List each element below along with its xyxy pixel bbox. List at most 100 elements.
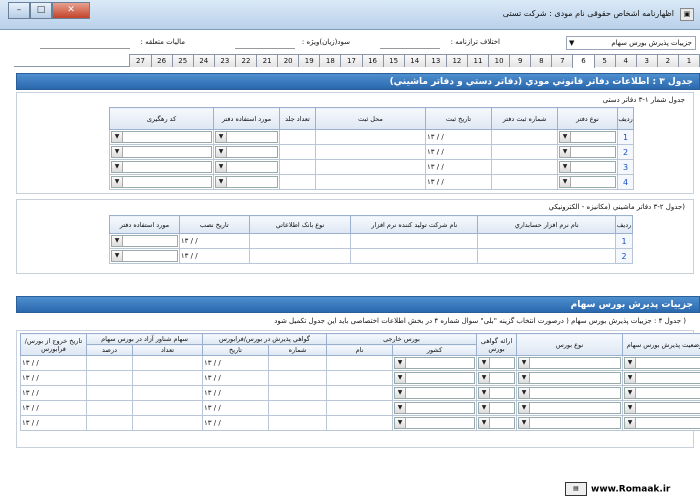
computer-books-title: (جدول ۲-۳ دفاتر ماشيني (مکانيزه - الکترو… (548, 203, 686, 211)
tab-19[interactable]: 19 (298, 54, 321, 67)
chevron-down-icon: ▼ (112, 147, 123, 157)
tab-24[interactable]: 24 (192, 54, 215, 67)
tab-26[interactable]: 26 (150, 54, 173, 67)
manual-col-header: مورد استفاده دفتر (213, 107, 280, 130)
manual-col-header: محل ثبت (315, 107, 426, 130)
window-titlebar: – □ ✕ اظهارنامه اشخاص حقوقی نام مودی : ش… (0, 0, 700, 30)
country-combo[interactable]: ▼ (394, 357, 476, 369)
status-combo[interactable]: ▼ (624, 387, 700, 399)
section-header-books: جدول ۳ : اطلاعات دفاتر قانوني مودي (دفات… (16, 73, 700, 90)
exchange-type-combo[interactable]: ▼ (518, 417, 622, 429)
usage-combo[interactable]: ▼ (111, 250, 178, 262)
usage-combo[interactable]: ▼ (215, 131, 278, 143)
tab-7[interactable]: 7 (551, 54, 574, 67)
cert-provide-combo[interactable]: ▼ (478, 387, 516, 399)
cert-provide-combo[interactable]: ▼ (478, 357, 516, 369)
tab-25[interactable]: 25 (171, 54, 194, 67)
book-type-combo[interactable]: ▼ (559, 131, 616, 143)
install-date-field[interactable]: ۱۳ / / (178, 233, 250, 249)
cert-date-field[interactable]: ۱۳ / / (202, 400, 269, 416)
country-combo[interactable]: ▼ (394, 402, 476, 414)
tab-17[interactable]: 17 (340, 54, 363, 67)
status-combo[interactable]: ▼ (624, 402, 700, 414)
register-date-field[interactable]: ۱۳ / / (425, 144, 492, 160)
tab-6[interactable]: 6 (572, 54, 595, 68)
status-combo[interactable]: ▼ (624, 372, 700, 384)
cert-date-field[interactable]: ۱۳ / / (202, 415, 269, 431)
tab-20[interactable]: 20 (277, 54, 300, 67)
net-profit-field[interactable] (235, 36, 295, 49)
exchange-type-combo[interactable]: ▼ (518, 372, 622, 384)
tab-2[interactable]: 2 (656, 54, 679, 67)
tab-21[interactable]: 21 (256, 54, 279, 67)
exit-date-field[interactable]: ۱۳ / / (20, 355, 87, 371)
exit-date-field[interactable]: ۱۳ / / (20, 400, 87, 416)
chevron-down-icon: ▼ (560, 147, 571, 157)
tab-10[interactable]: 10 (488, 54, 511, 67)
country-combo[interactable]: ▼ (394, 417, 476, 429)
app-icon: ▣ (680, 8, 694, 21)
tab-3[interactable]: 3 (635, 54, 658, 67)
tab-5[interactable]: 5 (593, 54, 616, 67)
book-type-combo[interactable]: ▼ (559, 176, 616, 188)
balance-diff-field[interactable] (380, 36, 440, 49)
tracking-code-combo[interactable]: ▼ (111, 146, 212, 158)
tab-23[interactable]: 23 (213, 54, 236, 67)
country-combo[interactable]: ▼ (394, 387, 476, 399)
book-type-combo[interactable]: ▼ (559, 146, 616, 158)
tracking-code-combo[interactable]: ▼ (111, 131, 212, 143)
chevron-down-icon: ▼ (479, 418, 491, 428)
cert-date-field[interactable]: ۱۳ / / (202, 370, 269, 386)
maximize-button[interactable]: □ (30, 2, 52, 19)
table-selector-combo[interactable]: جزییات پذیرش بورس سهام ▼ (566, 36, 696, 50)
exchange-type-combo[interactable]: ▼ (518, 402, 622, 414)
tracking-code-combo[interactable]: ▼ (111, 176, 212, 188)
tab-14[interactable]: 14 (403, 54, 426, 67)
close-button[interactable]: ✕ (52, 2, 90, 19)
foreign-header: بورس خارجی (325, 333, 478, 345)
tab-13[interactable]: 13 (424, 54, 447, 67)
country-combo[interactable]: ▼ (394, 372, 476, 384)
usage-combo[interactable]: ▼ (215, 176, 278, 188)
row-number: 1 (617, 129, 634, 145)
manual-books-group: جدول شمار ۱-۳ دفاتر دستی کد رهگیری مورد ا… (16, 92, 694, 194)
exchange-type-combo[interactable]: ▼ (518, 387, 622, 399)
tab-1[interactable]: 1 (677, 54, 700, 67)
tax-field[interactable] (40, 36, 130, 49)
tab-12[interactable]: 12 (445, 54, 468, 67)
tab-18[interactable]: 18 (319, 54, 342, 67)
exchange-type-combo[interactable]: ▼ (518, 357, 622, 369)
cert-provide-combo[interactable]: ▼ (478, 417, 516, 429)
register-date-field[interactable]: ۱۳ / / (425, 159, 492, 175)
tab-16[interactable]: 16 (361, 54, 384, 67)
cert-date-field[interactable]: ۱۳ / / (202, 355, 269, 371)
tab-22[interactable]: 22 (234, 54, 258, 67)
status-combo[interactable]: ▼ (624, 357, 700, 369)
tab-15[interactable]: 15 (382, 54, 405, 67)
exit-date-field[interactable]: ۱۳ / / (20, 370, 87, 386)
tab-27[interactable]: 27 (129, 54, 152, 67)
tab-11[interactable]: 11 (466, 54, 490, 67)
exit-date-field[interactable]: ۱۳ / / (20, 415, 87, 431)
section-header-stock: جزییات پذیرش بورس سهام (16, 296, 700, 313)
cert-provide-combo[interactable]: ▼ (478, 372, 516, 384)
usage-combo[interactable]: ▼ (215, 161, 278, 173)
usage-combo[interactable]: ▼ (215, 146, 278, 158)
chevron-down-icon: ▼ (519, 388, 531, 398)
tracking-code-combo[interactable]: ▼ (111, 161, 212, 173)
tab-9[interactable]: 9 (509, 54, 532, 67)
install-date-field[interactable]: ۱۳ / / (178, 248, 250, 264)
minimize-button[interactable]: – (8, 2, 30, 19)
register-date-field[interactable]: ۱۳ / / (425, 174, 492, 190)
cert-date-field[interactable]: ۱۳ / / (202, 385, 269, 401)
row-number: 4 (617, 174, 634, 190)
tab-4[interactable]: 4 (614, 54, 637, 67)
status-combo[interactable]: ▼ (624, 417, 700, 429)
exit-date-field[interactable]: ۱۳ / / (20, 385, 87, 401)
cert-provide-combo[interactable]: ▼ (478, 402, 516, 414)
usage-combo[interactable]: ▼ (111, 235, 178, 247)
tab-8[interactable]: 8 (530, 54, 553, 67)
register-date-field[interactable]: ۱۳ / / (425, 129, 492, 145)
book-type-combo[interactable]: ▼ (559, 161, 616, 173)
chevron-down-icon: ▼ (479, 358, 491, 368)
